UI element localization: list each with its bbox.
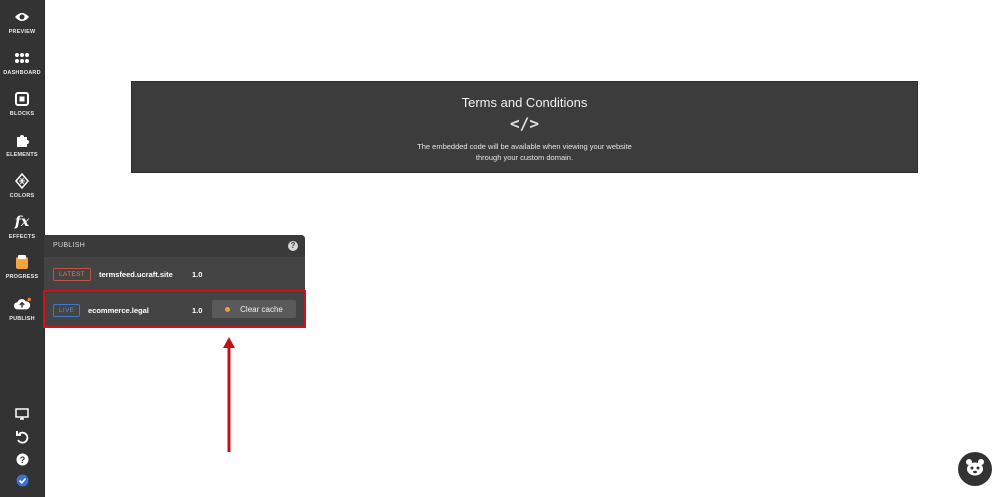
embed-title: Terms and Conditions [461, 95, 588, 110]
sidebar-item-preview[interactable]: PREVIEW [0, 4, 44, 44]
monitor-icon[interactable] [0, 405, 44, 423]
help-icon[interactable]: ? [288, 241, 298, 251]
sidebar-item-colors[interactable]: COLORS [0, 168, 44, 208]
embed-message-line-1: The embedded code will be available when… [417, 142, 632, 151]
latest-badge: LATEST [53, 268, 91, 281]
publish-panel-title: PUBLISH [53, 242, 86, 249]
eye-icon [13, 8, 31, 26]
undo-icon[interactable] [0, 428, 44, 446]
check-icon[interactable] [0, 471, 44, 489]
sidebar-label: PUBLISH [9, 316, 35, 322]
embed-block[interactable]: Terms and Conditions </> The embedded co… [131, 81, 918, 173]
grid-icon [13, 49, 31, 67]
sidebar-label: EFFECTS [8, 234, 36, 240]
progress-icon [13, 253, 31, 271]
blocks-icon [13, 90, 31, 108]
cloud-upload-icon [13, 295, 31, 313]
sidebar-label: DASHBOARD [3, 70, 41, 76]
puzzle-icon [13, 131, 31, 149]
chat-bot-button[interactable] [958, 452, 992, 486]
arrow-up-icon [223, 337, 235, 452]
sidebar-item-publish[interactable]: PUBLISH [0, 291, 44, 331]
sidebar-label: BLOCKS [9, 111, 35, 117]
publish-row-latest[interactable]: LATEST termsfeed.ucraft.site 1.0 [44, 257, 305, 293]
sidebar-label: PREVIEW [8, 29, 36, 35]
latest-domain[interactable]: termsfeed.ucraft.site [99, 270, 173, 279]
sidebar-item-elements[interactable]: ELEMENTS [0, 127, 44, 167]
sidebar-item-blocks[interactable]: BLOCKS [0, 86, 44, 126]
robot-icon [964, 457, 986, 482]
sidebar-item-effects[interactable]: fx EFFECTS [0, 209, 44, 249]
palette-icon [13, 172, 31, 190]
sidebar-label: COLORS [9, 193, 35, 199]
sidebar-label: ELEMENTS [6, 152, 38, 158]
highlight-box [43, 290, 306, 328]
sidebar-label: PROGRESS [5, 274, 39, 280]
embed-message-line-2: through your custom domain. [475, 153, 574, 162]
fx-icon: fx [14, 214, 30, 230]
svg-text:?: ? [19, 454, 25, 464]
latest-version: 1.0 [192, 270, 203, 279]
help-icon[interactable]: ? [0, 450, 44, 468]
left-sidebar: PREVIEW DASHBOARD BLOCKS ELEMENTS COLORS… [0, 0, 45, 497]
code-icon: </> [510, 114, 539, 133]
sidebar-item-dashboard[interactable]: DASHBOARD [0, 45, 44, 85]
publish-panel-header: PUBLISH ? [44, 235, 305, 257]
sidebar-item-progress[interactable]: PROGRESS [0, 249, 44, 289]
embed-message: The embedded code will be available when… [132, 141, 917, 163]
